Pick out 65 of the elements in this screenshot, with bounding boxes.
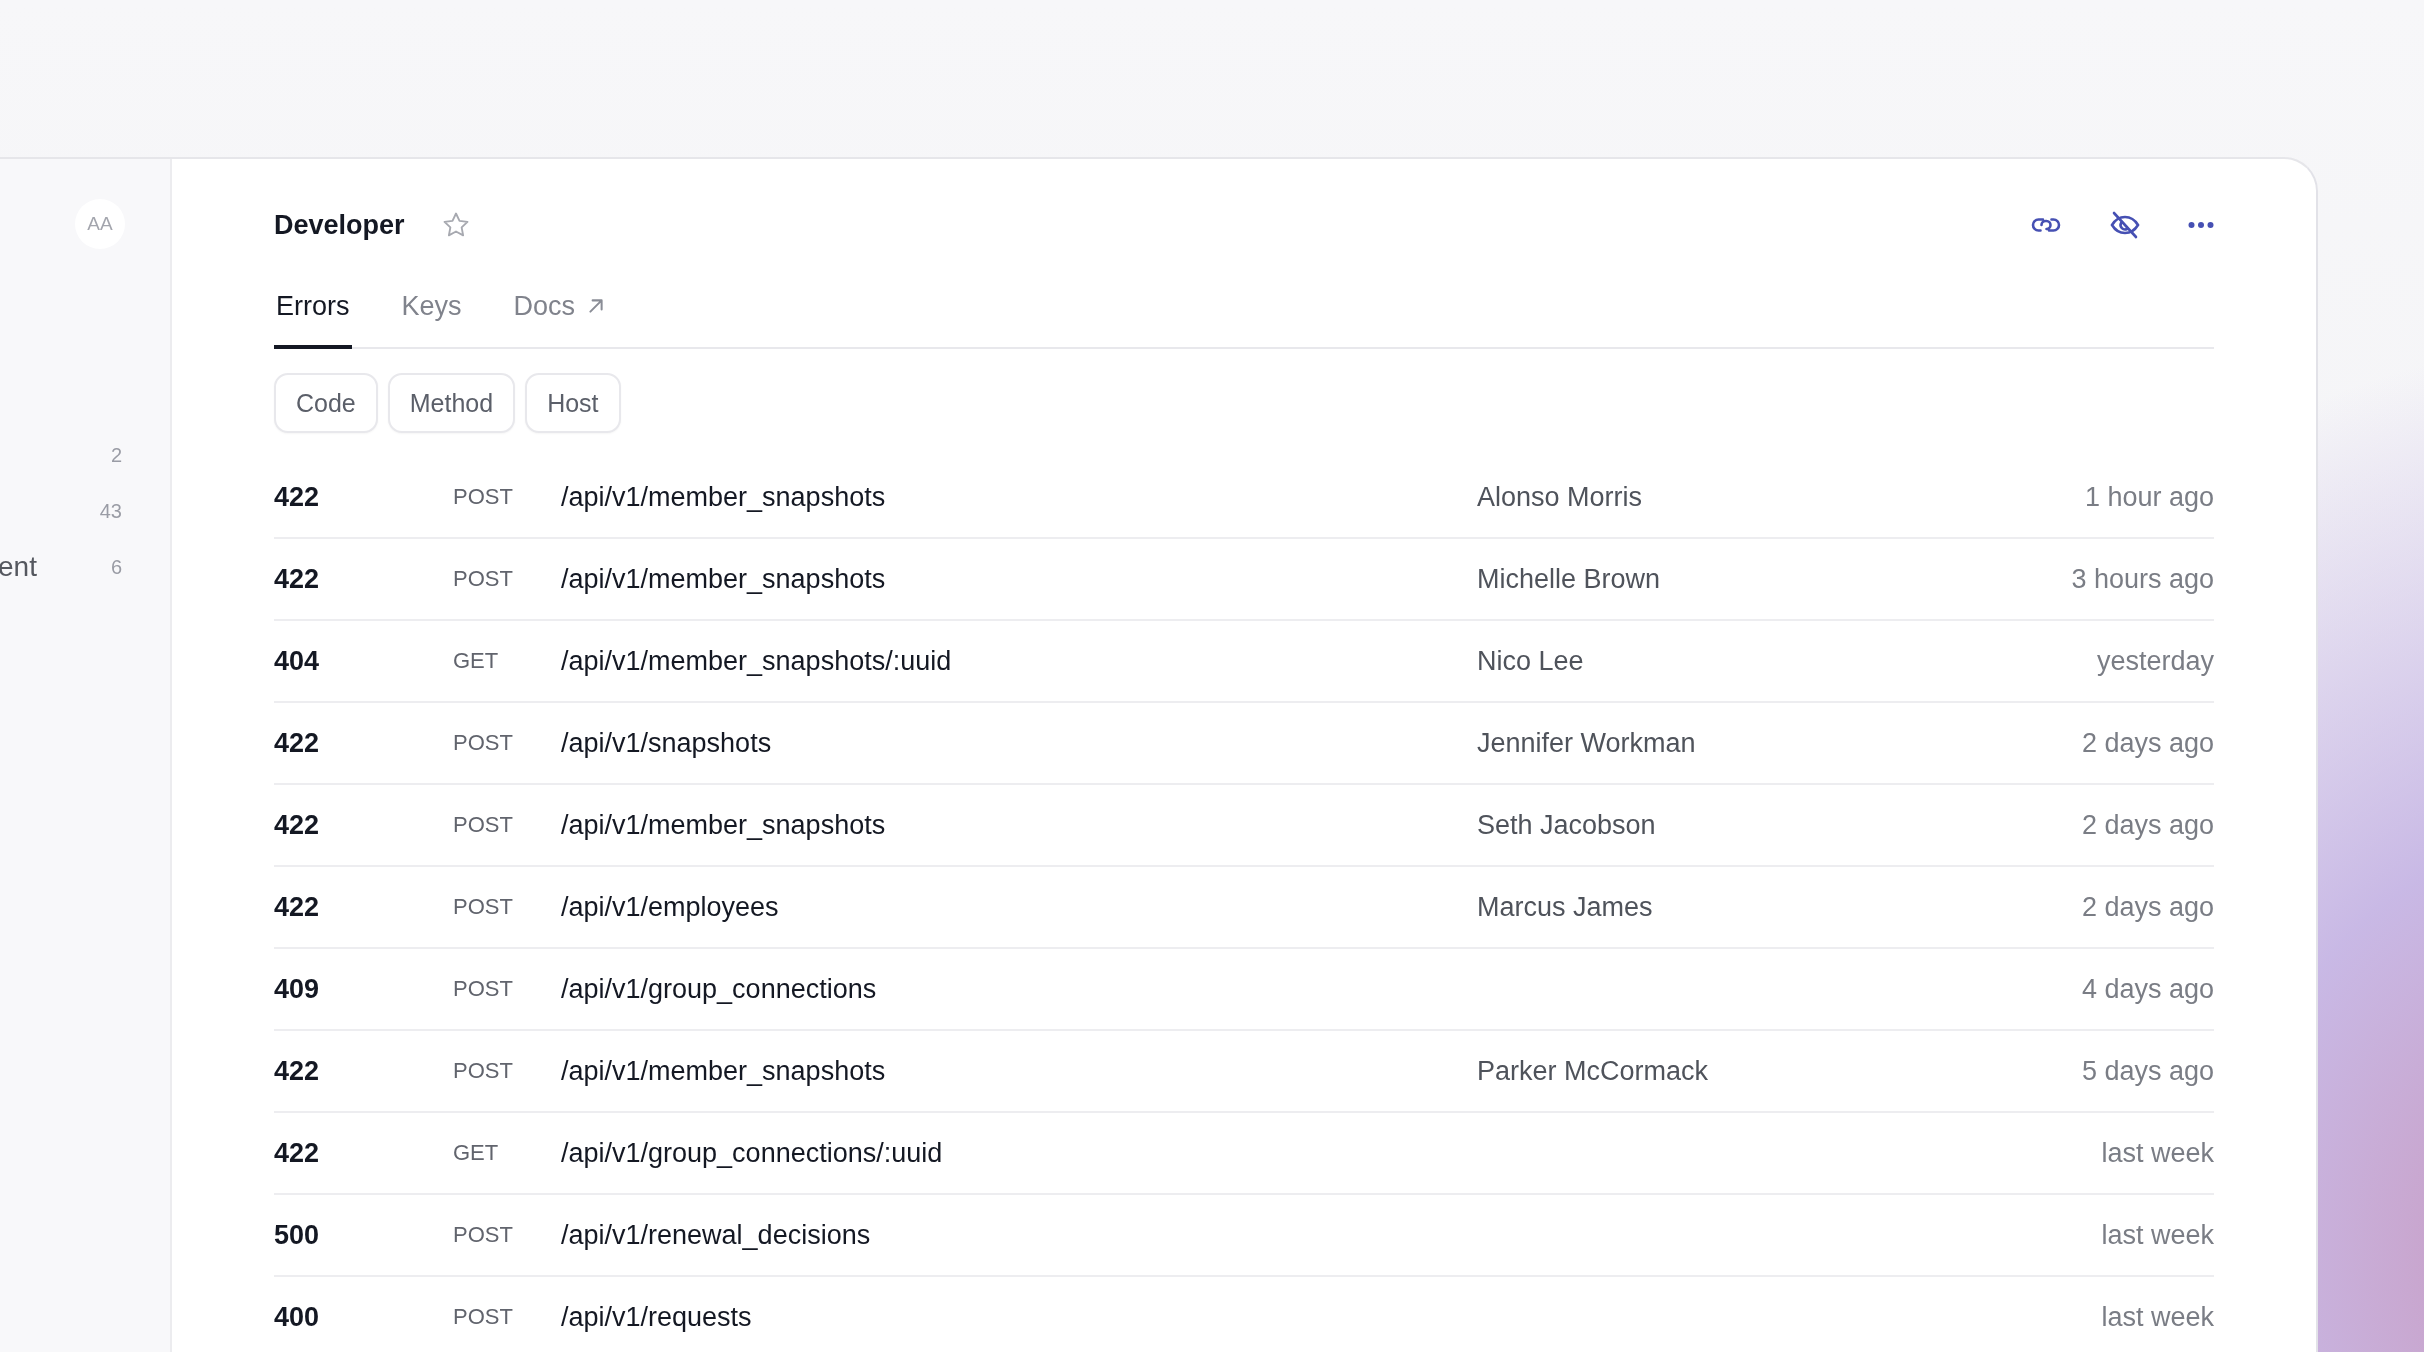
status-code: 500 [274, 1219, 321, 1251]
user-name: Nico Lee [1477, 645, 1584, 676]
http-method: POST [453, 812, 514, 838]
http-method: POST [453, 1222, 514, 1248]
more-icon[interactable] [2188, 221, 2214, 229]
http-method: POST [453, 976, 514, 1002]
endpoint-path: /api/v1/member_snapshots [561, 1055, 887, 1087]
endpoint-path: /api/v1/renewal_decisions [561, 1219, 872, 1251]
endpoint-path: /api/v1/employees [561, 891, 780, 923]
status-code: 404 [274, 645, 321, 677]
filter-button[interactable]: Method [387, 373, 516, 433]
endpoint-path: /api/v1/snapshots [561, 727, 773, 759]
user-name: Parker McCormack [1477, 1055, 1709, 1086]
timestamp: last week [2101, 1137, 2214, 1169]
link-icon[interactable] [2030, 215, 2062, 235]
tab[interactable]: Keys [399, 289, 464, 349]
timestamp: last week [2101, 1219, 2214, 1251]
item-count: 2 [110, 443, 122, 467]
timestamp: 2 days ago [2081, 809, 2214, 841]
user-name: Alonso Morris [1477, 481, 1643, 512]
status-code: 422 [274, 727, 321, 759]
http-method: GET [453, 1140, 500, 1166]
filter-button[interactable]: Code [274, 373, 378, 433]
item-count: 43 [99, 499, 122, 523]
timestamp: 4 days ago [2081, 973, 2214, 1005]
status-code: 422 [274, 563, 321, 595]
endpoint-path: /api/v1/group_connections/:uuid [561, 1137, 944, 1169]
hidden-eye-icon[interactable] [2110, 211, 2140, 239]
timestamp: last week [2101, 1301, 2214, 1333]
http-method: POST [453, 894, 514, 920]
endpoint-path: /api/v1/group_connections [561, 973, 878, 1005]
endpoint-path: /api/v1/requests [561, 1301, 753, 1333]
http-method: POST [453, 566, 514, 592]
http-method: POST [453, 1058, 514, 1084]
status-code: 409 [274, 973, 321, 1005]
timestamp: 2 days ago [2081, 727, 2214, 759]
tab[interactable]: Errors [274, 289, 352, 349]
user-name: Seth Jacobson [1477, 809, 1656, 840]
item-count: 6 [110, 555, 122, 579]
user-name: Jennifer Workman [1477, 727, 1696, 758]
status-code: 422 [274, 1055, 321, 1087]
status-code: 400 [274, 1301, 321, 1333]
page-title: Developer [274, 209, 405, 241]
tab[interactable]: Docs [511, 289, 608, 349]
user-name: Marcus James [1477, 891, 1653, 922]
user-name: Michelle Brown [1477, 563, 1661, 594]
http-method: POST [453, 484, 514, 510]
filter-button[interactable]: Host [525, 373, 621, 433]
endpoint-path: /api/v1/member_snapshots [561, 809, 887, 841]
timestamp: 5 days ago [2081, 1055, 2214, 1087]
endpoint-path: /api/v1/member_snapshots/:uuid [561, 645, 953, 677]
http-method: GET [453, 648, 500, 674]
http-method: POST [453, 1304, 514, 1330]
sidebar-item-label[interactable]: ent [0, 551, 37, 583]
status-code: 422 [274, 891, 321, 923]
http-method: POST [453, 730, 514, 756]
status-code: 422 [274, 1137, 321, 1169]
status-code: 422 [274, 809, 321, 841]
timestamp: 3 hours ago [2071, 563, 2214, 595]
endpoint-path: /api/v1/member_snapshots [561, 481, 887, 513]
timestamp: 2 days ago [2081, 891, 2214, 923]
status-code: 422 [274, 481, 321, 513]
endpoint-path: /api/v1/member_snapshots [561, 563, 887, 595]
timestamp: yesterday [2096, 645, 2214, 677]
timestamp: 1 hour ago [2084, 481, 2214, 513]
